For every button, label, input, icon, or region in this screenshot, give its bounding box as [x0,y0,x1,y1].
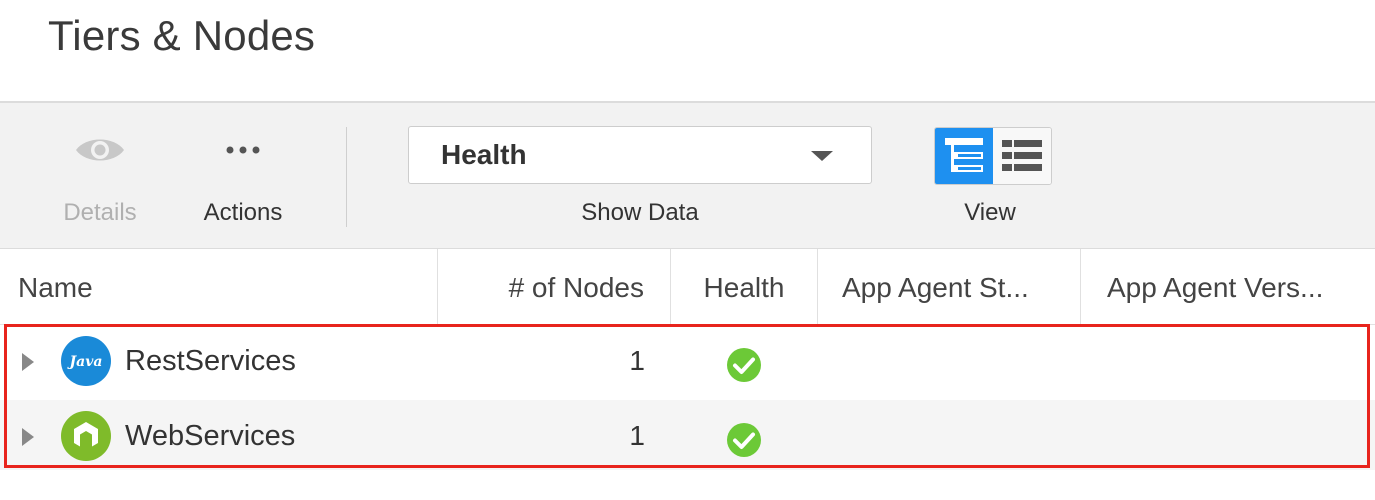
table-row[interactable]: Java RestServices 1 [0,325,1375,400]
java-icon: Java [60,335,112,387]
table-row[interactable]: WebServices 1 [0,400,1375,475]
actions-label: Actions [203,199,283,226]
page-title: Tiers & Nodes [48,12,316,59]
more-dots-icon [223,143,263,161]
eye-icon [74,133,126,172]
grid-view-icon [993,140,1051,184]
tree-view-button[interactable] [935,128,993,184]
column-header-agent-version[interactable]: App Agent Vers... [1081,249,1375,324]
tier-name[interactable]: RestServices [125,345,296,378]
expand-arrow-icon[interactable] [22,353,34,371]
chevron-down-icon [811,151,833,161]
health-check-icon [726,347,762,383]
tree-view-icon [935,138,993,184]
details-button[interactable]: Details [40,103,160,249]
view-toggle [934,127,1052,185]
grid-view-button[interactable] [993,128,1051,184]
show-data-select[interactable]: Health [408,126,872,184]
health-check-icon [726,422,762,458]
toolbar: Details Actions Health Show Data View [0,101,1375,249]
nodejs-icon [60,410,112,462]
expand-arrow-icon[interactable] [22,428,34,446]
svg-text:Java: Java [67,354,103,370]
column-header-name[interactable]: Name [0,249,438,324]
details-label: Details [63,199,137,226]
show-data-label: Show Data [581,199,699,226]
column-header-nodes[interactable]: # of Nodes [438,249,671,324]
toolbar-divider [346,127,347,227]
column-header-health[interactable]: Health [671,249,818,324]
table-footer-space [0,470,1375,500]
view-label: View [964,199,1016,226]
actions-button[interactable]: Actions [185,103,301,249]
table-header: Name # of Nodes Health App Agent St... A… [0,249,1375,325]
node-count: 1 [629,420,645,451]
column-header-agent-status[interactable]: App Agent St... [818,249,1081,324]
show-data-value: Health [441,139,527,170]
tier-name[interactable]: WebServices [125,420,295,453]
node-count: 1 [629,345,645,376]
